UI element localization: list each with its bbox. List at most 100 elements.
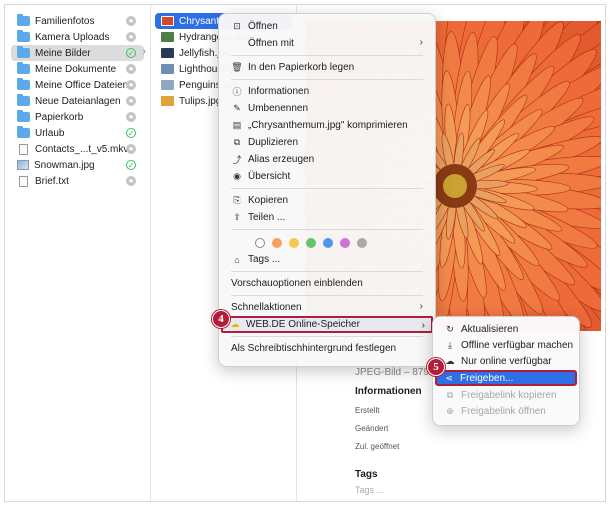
synced-check-icon: ✓ <box>126 48 136 58</box>
cloud-status-icon: ● <box>126 80 136 90</box>
item-label: Kamera Uploads <box>35 31 110 43</box>
menu-item-rename[interactable]: ✎ Umbenennen <box>225 100 429 117</box>
item-label: Snowman.jpg <box>34 159 95 171</box>
submenu-item-share[interactable]: ⋖ Freigeben... <box>435 370 577 386</box>
item-label: Meine Office Dateien <box>35 79 129 91</box>
menu-label: Duplizieren <box>248 137 299 148</box>
folder-icon <box>17 14 30 26</box>
webde-cloud-icon: ☁ <box>230 319 240 329</box>
tag-color-purple[interactable] <box>340 238 350 248</box>
menu-label: Vorschauoptionen einblenden <box>231 278 363 289</box>
list-item[interactable]: Urlaub ✓ <box>5 125 150 141</box>
image-file-icon <box>17 160 29 170</box>
tags-input[interactable]: Tags ... <box>355 485 429 495</box>
preview-info: JPEG-Bild – 879 Informationen Erstellt G… <box>355 367 429 495</box>
menu-item-trash[interactable]: 🗑 In den Papierkorb legen <box>225 59 429 76</box>
menu-item-tags[interactable]: ⌂ Tags ... <box>225 251 429 268</box>
list-item[interactable]: Meine Bilder ✓ › <box>11 45 146 61</box>
tag-color-none[interactable] <box>255 238 265 248</box>
item-label: Meine Bilder <box>35 47 91 59</box>
eye-icon: ◉ <box>233 171 241 181</box>
chevron-right-icon: › <box>419 301 423 312</box>
list-item[interactable]: Neue Dateianlagen ● <box>5 93 150 109</box>
menu-label: Teilen ... <box>248 212 286 223</box>
menu-item-desktop-background[interactable]: Als Schreibtischhintergrund festlegen <box>225 340 429 357</box>
info-icon: ⓘ <box>232 87 242 97</box>
menu-item-compress[interactable]: ▤ „Chrysanthemum.jpg" komprimieren <box>225 117 429 134</box>
list-item[interactable]: Papierkorb ● <box>5 109 150 125</box>
pencil-icon: ✎ <box>233 103 241 113</box>
menu-item-open-with[interactable]: Öffnen mit › <box>225 35 429 52</box>
menu-label: Freigeben... <box>460 372 514 384</box>
tag-color-blue[interactable] <box>323 238 333 248</box>
separator <box>231 188 423 189</box>
folder-icon <box>17 94 30 106</box>
globe-icon: ⊕ <box>446 405 454 416</box>
separator <box>231 295 423 296</box>
submenu-item-copy-link[interactable]: ⧉ Freigabelink kopieren <box>438 387 574 403</box>
duplicate-icon: ⧉ <box>233 137 241 147</box>
copy-icon: ⧉ <box>446 389 454 400</box>
item-label: Meine Dokumente <box>35 63 117 75</box>
menu-item-overview[interactable]: ◉ Übersicht <box>225 168 429 185</box>
menu-label: Schnellaktionen <box>231 302 302 313</box>
folder-icon <box>17 126 30 138</box>
image-thumbnail <box>161 80 174 90</box>
list-item[interactable]: Meine Office Dateien ● <box>5 77 150 93</box>
refresh-icon: ↻ <box>446 323 454 334</box>
list-item[interactable]: Contacts_...t_v5.mkv ● <box>5 141 150 157</box>
tags-heading: Tags <box>355 469 378 480</box>
menu-label: WEB.DE Online-Speicher <box>246 319 360 330</box>
menu-label: Öffnen <box>248 21 278 32</box>
item-label: Contacts_...t_v5.mkv <box>35 143 129 155</box>
cloud-status-icon: ● <box>126 64 136 74</box>
image-thumbnail <box>161 64 174 74</box>
menu-label: Als Schreibtischhintergrund festlegen <box>231 343 397 354</box>
share-icon: ⋖ <box>445 372 453 383</box>
step-marker-4: 4 <box>212 310 230 328</box>
menu-label: Tags ... <box>248 254 281 265</box>
submenu-item-refresh[interactable]: ↻ Aktualisieren <box>438 321 574 337</box>
list-item[interactable]: Brief.txt ● <box>5 173 150 189</box>
open-icon: ⊡ <box>233 21 241 31</box>
tag-color-orange[interactable] <box>272 238 282 248</box>
menu-item-copy[interactable]: ⎘ Kopieren <box>225 192 429 209</box>
menu-item-share[interactable]: ⇪ Teilen ... <box>225 209 429 226</box>
menu-item-quick-actions[interactable]: Schnellaktionen › <box>225 299 429 316</box>
folder-icon <box>17 46 30 58</box>
menu-item-preview-options[interactable]: Vorschauoptionen einblenden <box>225 275 429 292</box>
modified-label: Geändert <box>355 424 389 433</box>
tag-color-yellow[interactable] <box>289 238 299 248</box>
submenu-item-open-link[interactable]: ⊕ Freigabelink öffnen <box>438 403 574 419</box>
menu-label: „Chrysanthemum.jpg" komprimieren <box>248 120 408 131</box>
separator <box>231 229 423 230</box>
tag-color-grey[interactable] <box>357 238 367 248</box>
trash-icon: 🗑 <box>231 62 243 72</box>
list-item[interactable]: Kamera Uploads ● <box>5 29 150 45</box>
menu-item-open[interactable]: ⊡ Öffnen <box>225 18 429 35</box>
synced-check-icon: ✓ <box>126 160 136 170</box>
chevron-right-icon: › <box>419 37 423 48</box>
opened-label: Zul. geöffnet <box>355 442 400 451</box>
cloud-icon: ☁ <box>445 355 455 366</box>
image-thumbnail <box>161 48 174 58</box>
submenu-item-offline[interactable]: ⤓ Offline verfügbar machen <box>438 337 574 353</box>
share-icon: ⇪ <box>233 212 241 222</box>
menu-label: Informationen <box>248 86 310 97</box>
context-menu: ⊡ Öffnen Öffnen mit › 🗑 In den Papierkorb l… <box>218 13 436 367</box>
copy-icon: ⎘ <box>233 195 241 205</box>
list-item[interactable]: Snowman.jpg ✓ <box>5 157 150 173</box>
menu-item-webde[interactable]: ☁ WEB.DE Online-Speicher › <box>221 316 433 333</box>
menu-item-alias[interactable]: ⤴ Alias erzeugen <box>225 151 429 168</box>
menu-item-duplicate[interactable]: ⧉ Duplizieren <box>225 134 429 151</box>
list-item[interactable]: Familienfotos ● <box>5 13 150 29</box>
list-item[interactable]: Meine Dokumente ● <box>5 61 150 77</box>
tag-color-green[interactable] <box>306 238 316 248</box>
cloud-status-icon: ● <box>126 144 136 154</box>
menu-item-info[interactable]: ⓘ Informationen <box>225 83 429 100</box>
submenu-item-online-only[interactable]: ☁ Nur online verfügbar <box>438 353 574 369</box>
archive-icon: ▤ <box>232 120 242 130</box>
separator <box>231 55 423 56</box>
file-type-label: JPEG-Bild – 879 <box>355 367 429 378</box>
image-thumbnail <box>161 16 174 26</box>
